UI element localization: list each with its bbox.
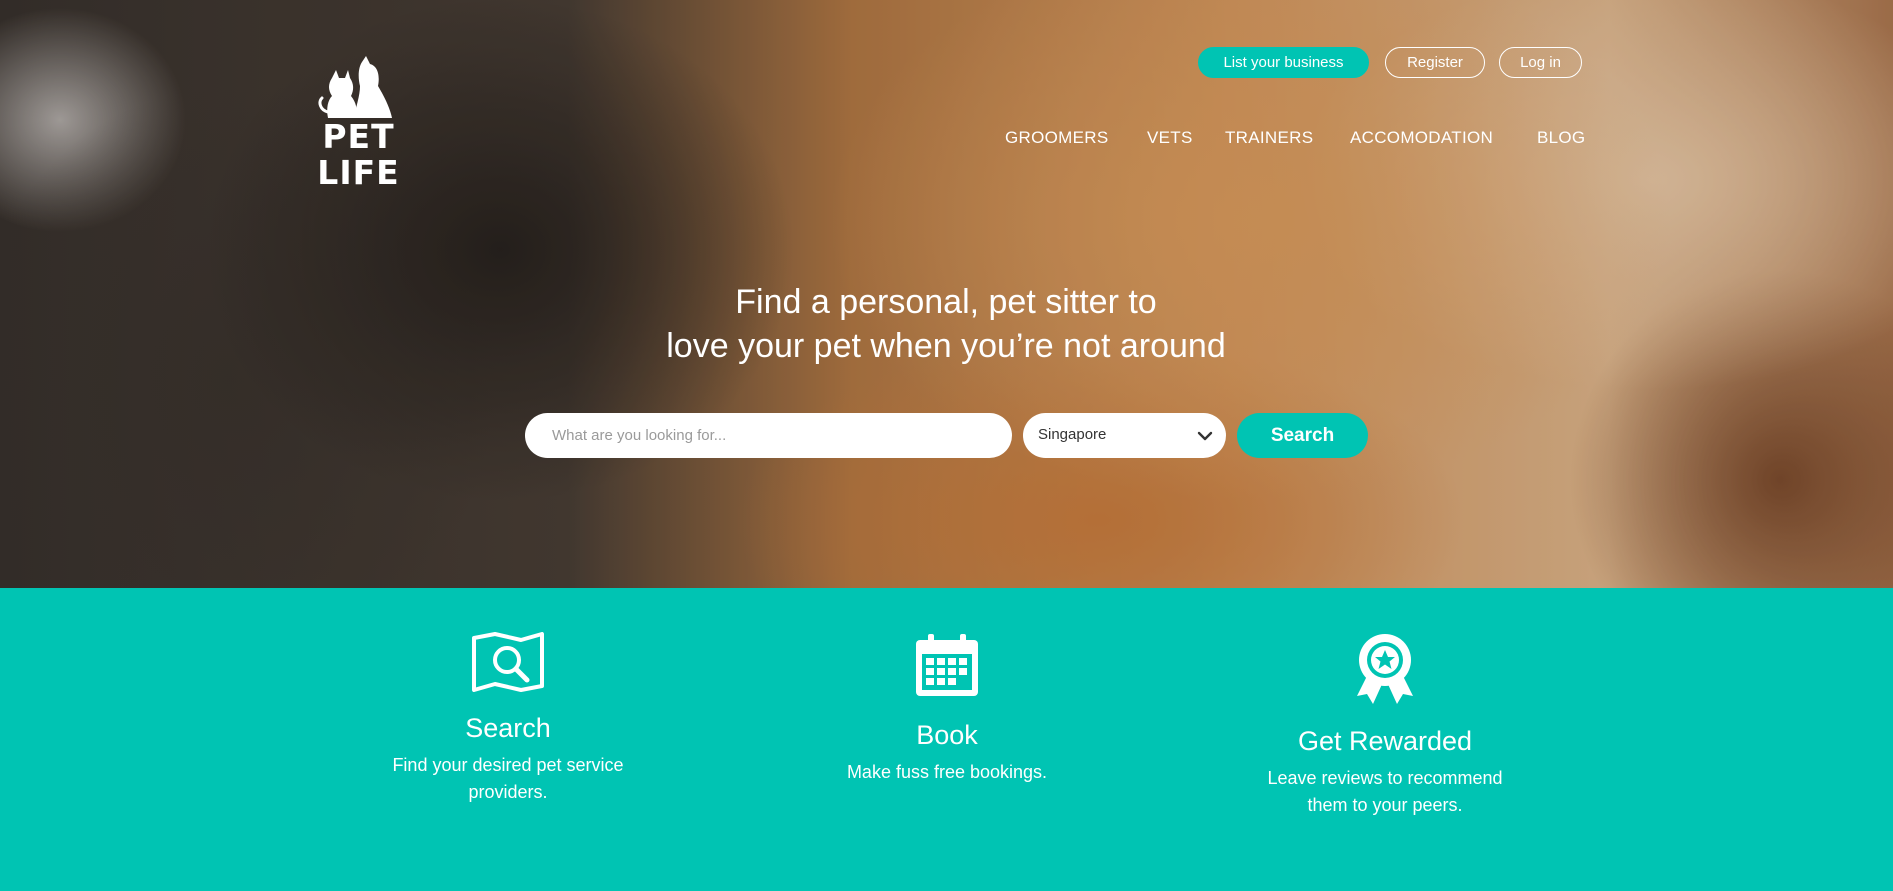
headline-line-2: love your pet when you’re not around — [666, 327, 1226, 365]
search-input[interactable] — [525, 413, 1012, 458]
nav-trainers[interactable]: TRAINERS — [1225, 126, 1313, 150]
calendar-icon — [916, 634, 978, 696]
hero-section: PET LIFE List your business Register Log… — [0, 0, 1893, 588]
login-button[interactable]: Log in — [1499, 47, 1582, 78]
search-button[interactable]: Search — [1237, 413, 1368, 458]
feature-title: Book — [916, 720, 978, 750]
feature-description: Leave reviews to recommend them to your … — [1267, 768, 1503, 815]
nav-accomodation[interactable]: ACCOMODATION — [1350, 126, 1493, 150]
award-ribbon-icon — [1357, 634, 1413, 704]
features-section: Search Find your desired pet service pro… — [0, 588, 1893, 891]
map-search-icon — [472, 632, 544, 692]
feature-description: Make fuss free bookings. — [846, 762, 1048, 782]
location-value: Singapore — [1038, 426, 1107, 443]
chevron-down-icon — [1197, 431, 1213, 441]
headline-line-1: Find a personal, pet sitter to — [735, 283, 1157, 321]
site-logo[interactable]: PET LIFE — [286, 56, 431, 191]
nav-vets[interactable]: VETS — [1147, 126, 1193, 150]
brand-name: PET LIFE — [317, 117, 400, 192]
cat-and-dog-icon — [318, 56, 392, 118]
nav-blog[interactable]: BLOG — [1537, 126, 1585, 150]
list-business-button[interactable]: List your business — [1198, 47, 1369, 78]
hero-headline: Find a personal, pet sitter to love your… — [546, 280, 1346, 368]
feature-description: Find your desired pet service providers. — [392, 755, 624, 802]
feature-title: Search — [465, 713, 551, 743]
register-button[interactable]: Register — [1385, 47, 1485, 78]
location-select[interactable]: Singapore — [1023, 413, 1226, 458]
feature-title: Get Rewarded — [1297, 726, 1473, 756]
nav-groomers[interactable]: GROOMERS — [1005, 126, 1108, 150]
